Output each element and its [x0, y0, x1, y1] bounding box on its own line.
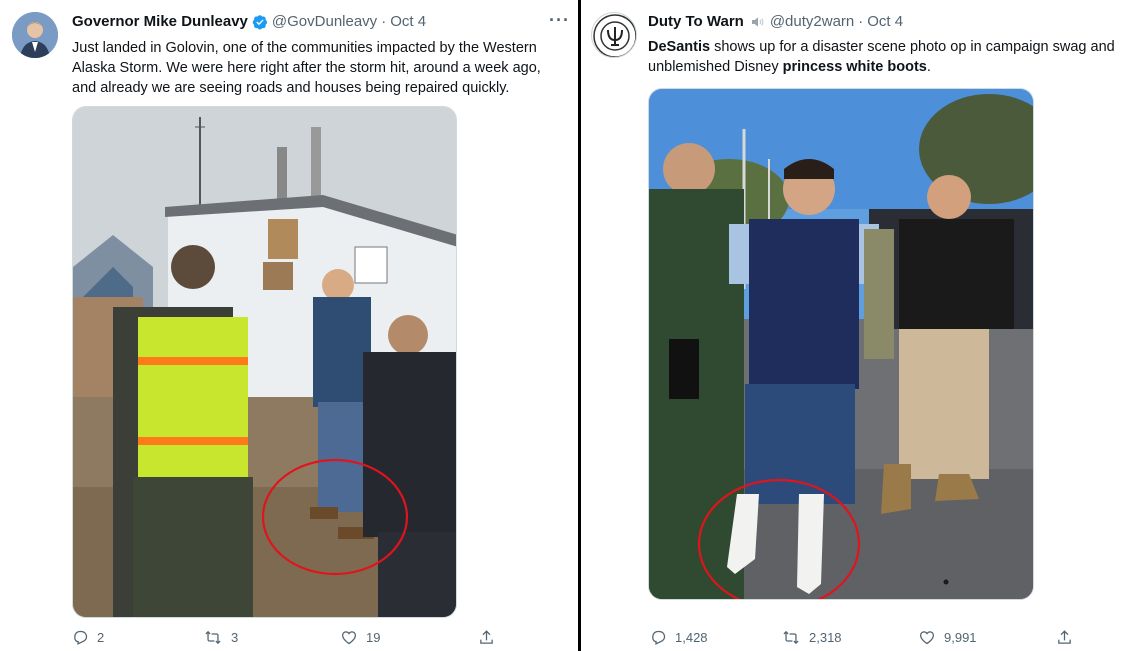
reply-button[interactable]: 1,428	[650, 629, 708, 646]
tweet-duty-to-warn[interactable]: Duty To Warn @duty2warn · Oct 4 DeSantis…	[581, 0, 1133, 651]
reply-icon	[652, 630, 666, 645]
author-handle[interactable]: @GovDunleavy	[272, 13, 377, 30]
like-button[interactable]: 19	[340, 629, 380, 646]
retweet-button[interactable]: 2,318	[781, 629, 842, 646]
like-icon	[919, 631, 935, 645]
reply-button[interactable]: 2	[72, 629, 104, 646]
like-button[interactable]: 9,991	[918, 629, 977, 646]
reply-count: 1,428	[675, 630, 708, 645]
text-bold-boots: princess white boots	[782, 59, 927, 75]
text-end: .	[926, 59, 931, 75]
share-icon	[480, 630, 493, 644]
share-icon	[1058, 630, 1071, 644]
tweet-header: Governor Mike Dunleavy @GovDunleavy · Oc…	[72, 13, 426, 30]
text-bold-desantis: DeSantis	[648, 39, 711, 55]
retweet-icon	[783, 630, 799, 645]
tweet-photo[interactable]	[72, 106, 457, 618]
tweet-header: Duty To Warn @duty2warn · Oct 4	[648, 13, 903, 30]
author-name[interactable]: Governor Mike Dunleavy	[72, 13, 248, 30]
like-count: 9,991	[944, 630, 977, 645]
tweet-text: DeSantis shows up for a disaster scene p…	[648, 37, 1128, 77]
tweet-date[interactable]: Oct 4	[390, 13, 426, 30]
separator-dot: ·	[381, 13, 387, 30]
share-button[interactable]	[1056, 629, 1073, 646]
like-count: 19	[366, 630, 381, 645]
author-handle[interactable]: @duty2warn	[770, 13, 854, 30]
tweet-date[interactable]: Oct 4	[867, 13, 903, 30]
avatar[interactable]	[591, 12, 637, 58]
avatar[interactable]	[12, 12, 58, 58]
separator-dot: ·	[858, 13, 864, 30]
author-name[interactable]: Duty To Warn	[648, 13, 744, 30]
tweet-photo[interactable]	[648, 88, 1034, 600]
retweet-count: 3	[231, 630, 239, 645]
retweet-count: 2,318	[809, 630, 842, 645]
verified-badge-icon	[252, 14, 268, 30]
like-icon	[341, 631, 357, 645]
speaker-icon	[750, 14, 766, 30]
more-icon[interactable]: ···	[549, 10, 570, 31]
retweet-icon	[205, 630, 221, 645]
share-button[interactable]	[478, 629, 495, 646]
tweet-text: Just landed in Golovin, one of the commu…	[72, 40, 541, 96]
retweet-button[interactable]: 3	[203, 629, 238, 646]
tweet-dunleavy[interactable]: Governor Mike Dunleavy @GovDunleavy · Oc…	[0, 0, 578, 651]
reply-count: 2	[97, 630, 105, 645]
reply-icon	[74, 630, 88, 645]
